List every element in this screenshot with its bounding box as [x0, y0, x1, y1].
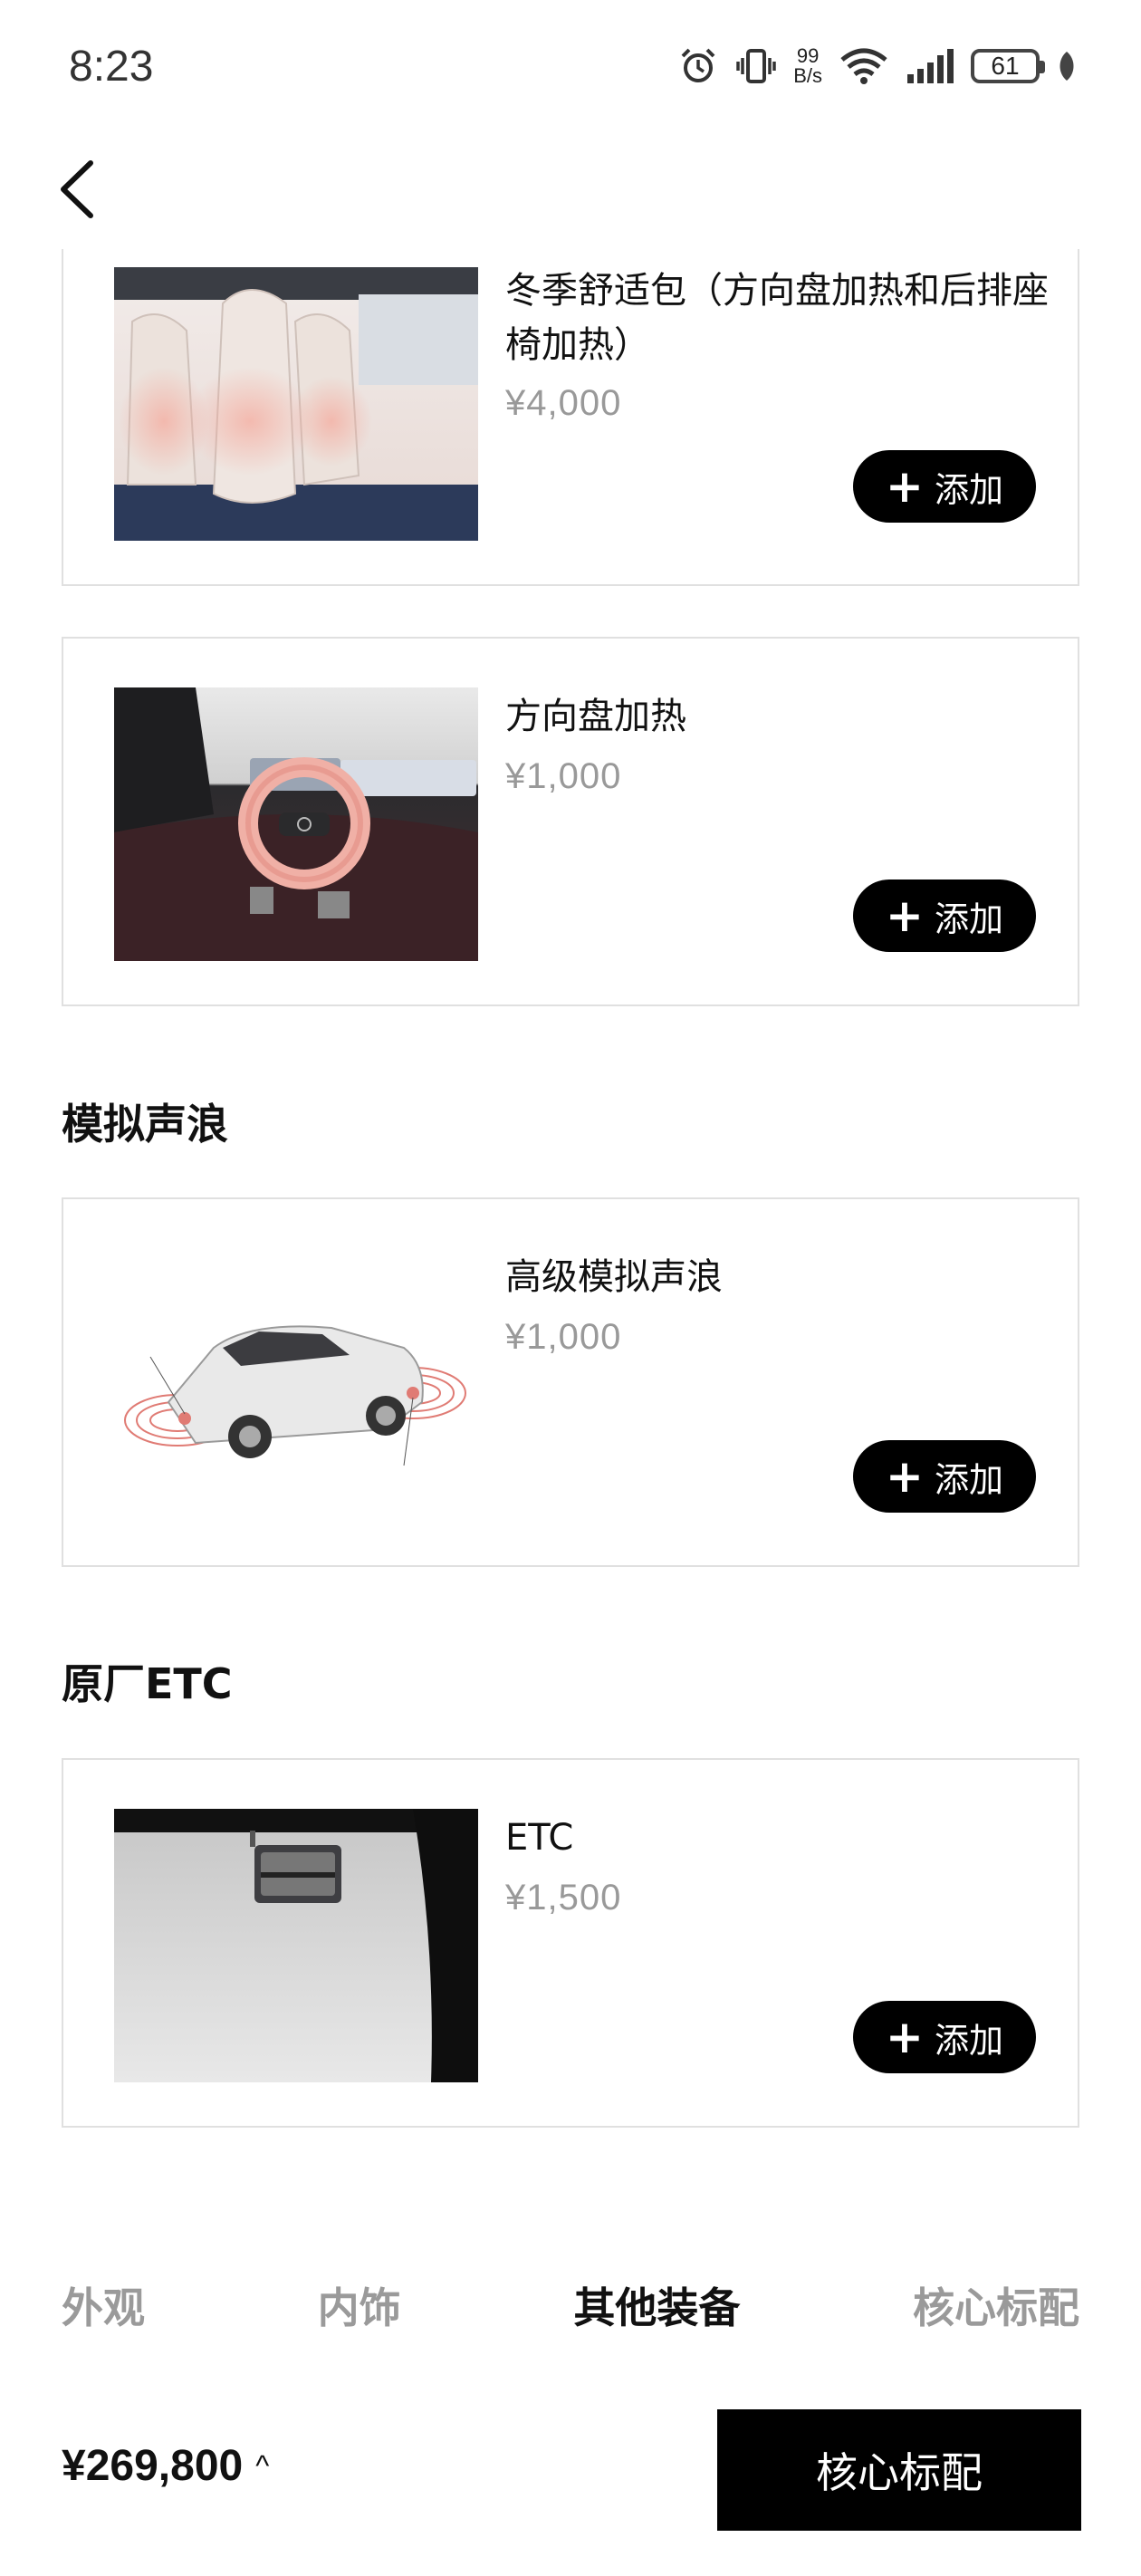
- net-speed-unit: B/s: [793, 64, 822, 87]
- chevron-left-icon: [61, 160, 93, 218]
- tab-other-equipment[interactable]: 其他装备: [573, 2275, 740, 2335]
- option-card-winter-package: 冬季舒适包（方向盘加热和后排座椅加热） ¥4,000 + 添加: [62, 249, 1079, 586]
- total-price: ¥269,800: [62, 2442, 244, 2490]
- wifi-icon: [839, 45, 889, 87]
- add-button[interactable]: + 添加: [853, 1440, 1036, 1513]
- signal-icon: [906, 47, 954, 85]
- sound-wave-car-image: [114, 1248, 478, 1522]
- item-name: ETC: [505, 1817, 574, 1859]
- alarm-icon: [677, 45, 719, 87]
- add-button[interactable]: + 添加: [853, 2001, 1036, 2073]
- net-speed-value: 99: [796, 44, 820, 67]
- status-time: 8:23: [69, 43, 154, 91]
- add-button[interactable]: + 添加: [853, 879, 1036, 952]
- status-bar: 8:23 99 B/s 61: [0, 0, 1141, 136]
- category-tabs: 外观 内饰 其他装备 核心标配: [62, 2275, 1079, 2335]
- battery-level: 61: [991, 52, 1020, 80]
- core-standard-button[interactable]: 核心标配: [717, 2409, 1081, 2531]
- option-card-sound: 高级模拟声浪 ¥1,000 + 添加: [62, 1197, 1079, 1567]
- plus-icon: +: [886, 1450, 924, 1503]
- add-button-label: 添加: [934, 469, 1003, 510]
- heated-steering-wheel-image: [114, 687, 478, 961]
- item-price: ¥1,000: [505, 756, 622, 796]
- option-card-steering-heating: 方向盘加热 ¥1,000 + 添加: [62, 637, 1079, 1006]
- chevron-up-icon: ^: [255, 2449, 270, 2482]
- total-price-toggle[interactable]: ¥269,800 ^: [62, 2441, 269, 2491]
- add-button[interactable]: + 添加: [853, 450, 1036, 523]
- add-button-label: 添加: [934, 2020, 1003, 2061]
- tab-interior[interactable]: 内饰: [318, 2275, 401, 2335]
- option-card-etc: ETC ¥1,500 + 添加: [62, 1758, 1079, 2128]
- battery-icon: 61: [971, 49, 1045, 83]
- section-title-etc: 原厂ETC: [62, 1659, 233, 1708]
- plus-icon: +: [886, 889, 924, 942]
- tab-exterior[interactable]: 外观: [62, 2275, 145, 2335]
- plus-icon: +: [886, 2011, 924, 2063]
- add-button-label: 添加: [934, 1459, 1003, 1500]
- item-name: 高级模拟声浪: [505, 1256, 723, 1298]
- etc-device-image: [114, 1809, 478, 2082]
- leaf-icon: [1056, 50, 1078, 82]
- item-price: ¥4,000: [505, 383, 622, 423]
- status-icons: 99 B/s 61: [677, 43, 1078, 89]
- item-price: ¥1,000: [505, 1317, 622, 1357]
- item-name: 方向盘加热: [505, 696, 686, 737]
- heated-seats-image: [114, 267, 478, 541]
- net-speed: 99 B/s: [793, 46, 822, 86]
- item-name: 冬季舒适包（方向盘加热和后排座椅加热）: [505, 270, 1049, 366]
- back-button[interactable]: [51, 156, 105, 223]
- add-button-label: 添加: [934, 899, 1003, 939]
- section-title-sound: 模拟声浪: [62, 1100, 228, 1149]
- item-price: ¥1,500: [505, 1878, 622, 1918]
- vibrate-icon: [735, 45, 777, 87]
- tab-core-standard[interactable]: 核心标配: [913, 2275, 1079, 2335]
- plus-icon: +: [886, 460, 924, 513]
